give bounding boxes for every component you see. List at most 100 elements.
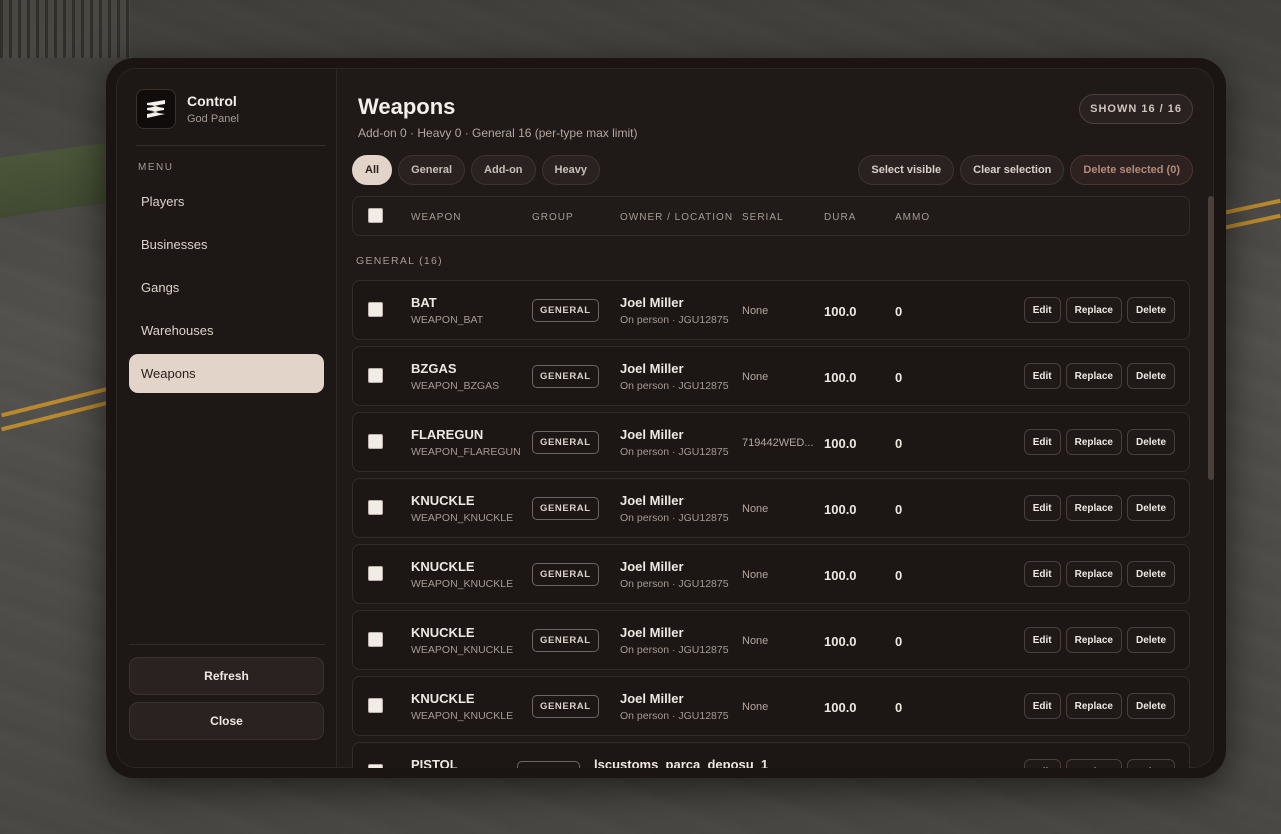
durability-value: 100.0 [824,568,857,583]
serial-value: None [742,305,769,317]
serial-value: None [742,503,769,515]
row-checkbox[interactable] [368,500,383,515]
serial-value: None [742,701,769,713]
serial-value: None [742,371,769,383]
main-content: Weapons Add-on 0 · Heavy 0 · General 16 … [116,68,1214,768]
group-badge: GENERAL [532,299,599,322]
row-actions: EditReplaceDelete [1019,363,1175,389]
owner-location: On person · JGU12875 [620,578,729,590]
replace-button[interactable]: Replace [1065,297,1122,323]
replace-button[interactable]: Replace [1065,693,1122,719]
row-actions: EditReplaceDelete [1019,297,1175,323]
row-checkbox[interactable] [368,632,383,647]
background-road-line [1221,198,1281,216]
column-header-ammo: AMMO [895,212,931,223]
weapon-code: WEAPON_KNUCKLE [411,512,514,524]
owner-name: Joel Miller [620,295,684,310]
weapon-name: BZGAS [411,361,457,376]
replace-button[interactable]: Replace [1065,429,1122,455]
group-badge: GENERAL [532,497,599,520]
replace-button[interactable]: Replace [1065,627,1122,653]
delete-button[interactable]: Delete [1126,693,1175,719]
edit-button[interactable]: Edit [1023,693,1061,719]
filter-chip-general[interactable]: General [398,155,466,185]
bulk-actions: Select visible Clear selection Delete se… [852,155,1193,185]
table-row: BZGAS WEAPON_BZGAS GENERAL Joel Miller On pe… [352,346,1190,406]
serial-value: None [742,569,769,581]
row-checkbox[interactable] [368,764,383,768]
group-badge: GENERAL [532,695,599,718]
select-visible-button[interactable]: Select visible [858,155,955,185]
weapons-list: BAT WEAPON_BAT GENERAL Joel Miller On person… [352,280,1190,768]
column-header-weapon: WEAPON [411,212,462,223]
edit-button[interactable]: Edit [1023,297,1061,323]
group-label: GENERAL (16) [356,255,443,267]
edit-button[interactable]: Edit [1023,429,1061,455]
weapon-name: PISTOL [411,757,458,768]
scrollbar[interactable] [1208,196,1214,480]
row-actions: EditReplaceDelete [1019,495,1175,521]
clear-selection-button[interactable]: Clear selection [960,155,1065,185]
weapon-code: WEAPON_BAT [411,314,484,326]
delete-selected-button[interactable]: Delete selected (0) [1070,155,1193,185]
durability-value: 100.0 [824,634,857,649]
row-checkbox[interactable] [368,302,383,317]
background-grass [0,142,110,218]
ammo-value: 0 [895,304,903,319]
table-header: WEAPON GROUP OWNER / LOCATION SERIAL DUR… [352,196,1190,236]
row-checkbox[interactable] [368,566,383,581]
weapon-code: WEAPON_KNUCKLE [411,578,514,590]
delete-button[interactable]: Delete [1126,627,1175,653]
row-actions: EditReplaceDelete [1019,693,1175,719]
owner-name: Joel Miller [620,691,684,706]
weapon-code: WEAPON_KNUCKLE [411,710,514,722]
group-badge: GENERAL [532,629,599,652]
edit-button[interactable]: Edit [1023,561,1061,587]
replace-button[interactable]: Replace [1065,561,1122,587]
edit-button[interactable]: Edit [1023,363,1061,389]
owner-name: Joel Miller [620,559,684,574]
filter-chip-addon[interactable]: Add-on [471,155,536,185]
weapon-name: KNUCKLE [411,691,475,706]
row-checkbox[interactable] [368,698,383,713]
table-row: BAT WEAPON_BAT GENERAL Joel Miller On person… [352,280,1190,340]
table-row: KNUCKLE WEAPON_KNUCKLE GENERAL Joel Miller O… [352,610,1190,670]
delete-button[interactable]: Delete [1126,363,1175,389]
owner-name: Joel Miller [620,427,684,442]
page-title: Weapons [358,94,456,119]
row-actions: EditReplaceDelete [1019,561,1175,587]
table-row: KNUCKLE WEAPON_KNUCKLE GENERAL Joel Miller O… [352,544,1190,604]
select-all-checkbox[interactable] [368,208,383,223]
column-header-dura: DURA [824,212,857,223]
table-row: KNUCKLE WEAPON_KNUCKLE GENERAL Joel Miller O… [352,676,1190,736]
edit-button[interactable]: Edit [1023,627,1061,653]
durability-value: 100.0 [824,304,857,319]
delete-button[interactable]: Delete [1126,297,1175,323]
filter-chip-all[interactable]: All [352,155,393,185]
owner-location: On person · JGU12875 [620,446,729,458]
delete-button[interactable]: Delete [1126,429,1175,455]
replace-button[interactable]: Replace [1065,495,1122,521]
row-checkbox[interactable] [368,368,383,383]
edit-button[interactable]: Edit [1023,495,1061,521]
durability-value: 100.0 [824,370,857,385]
ammo-value: 0 [895,634,903,649]
column-header-owner: OWNER / LOCATION [620,212,734,223]
row-checkbox[interactable] [368,434,383,449]
weapon-code: WEAPON_KNUCKLE [411,644,514,656]
replace-button[interactable]: Replace [1065,759,1122,768]
table-row: KNUCKLE WEAPON_KNUCKLE GENERAL Joel Miller O… [352,478,1190,538]
group-badge: GENERAL [532,365,599,388]
durability-value: 100.0 [824,436,857,451]
weapon-name: KNUCKLE [411,493,475,508]
filter-chips: All General Add-on Heavy [352,155,606,185]
page-subtitle: Add-on 0 · Heavy 0 · General 16 (per-typ… [358,126,638,140]
delete-button[interactable]: Delete [1126,759,1175,768]
background-fence [0,0,130,58]
replace-button[interactable]: Replace [1065,363,1122,389]
delete-button[interactable]: Delete [1126,561,1175,587]
edit-button[interactable]: Edit [1023,759,1061,768]
delete-button[interactable]: Delete [1126,495,1175,521]
filter-chip-heavy[interactable]: Heavy [541,155,600,185]
group-badge: GENERAL [532,431,599,454]
